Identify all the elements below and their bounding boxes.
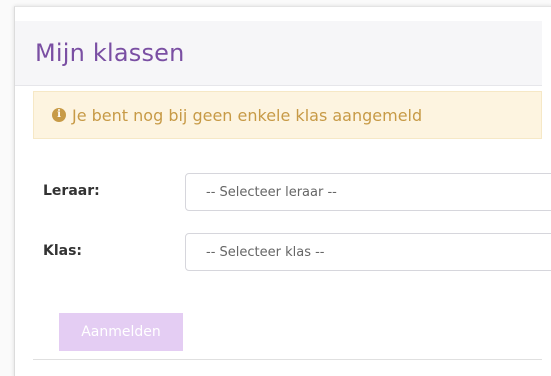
info-icon: i	[52, 108, 66, 122]
class-label: Klas:	[43, 243, 83, 259]
my-classes-panel: Mijn klassen i Je bent nog bij geen enke…	[14, 6, 551, 376]
teacher-select-value: -- Selecteer leraar --	[206, 184, 337, 200]
page-title: Mijn klassen	[35, 39, 185, 67]
page: Mijn klassen i Je bent nog bij geen enke…	[0, 0, 551, 376]
class-select[interactable]: -- Selecteer klas --	[185, 233, 551, 271]
teacher-select[interactable]: -- Selecteer leraar --	[185, 173, 551, 211]
class-select-value: -- Selecteer klas --	[206, 244, 325, 260]
footer-divider	[33, 359, 542, 360]
panel-header: Mijn klassen	[15, 21, 542, 86]
register-button[interactable]: Aanmelden	[59, 313, 183, 351]
alert-text: Je bent nog bij geen enkele klas aangeme…	[72, 105, 423, 125]
info-alert: i Je bent nog bij geen enkele klas aange…	[33, 91, 542, 139]
class-row: Klas: -- Selecteer klas --	[43, 233, 551, 273]
teacher-row: Leraar: -- Selecteer leraar --	[43, 173, 551, 213]
teacher-label: Leraar:	[43, 183, 100, 199]
